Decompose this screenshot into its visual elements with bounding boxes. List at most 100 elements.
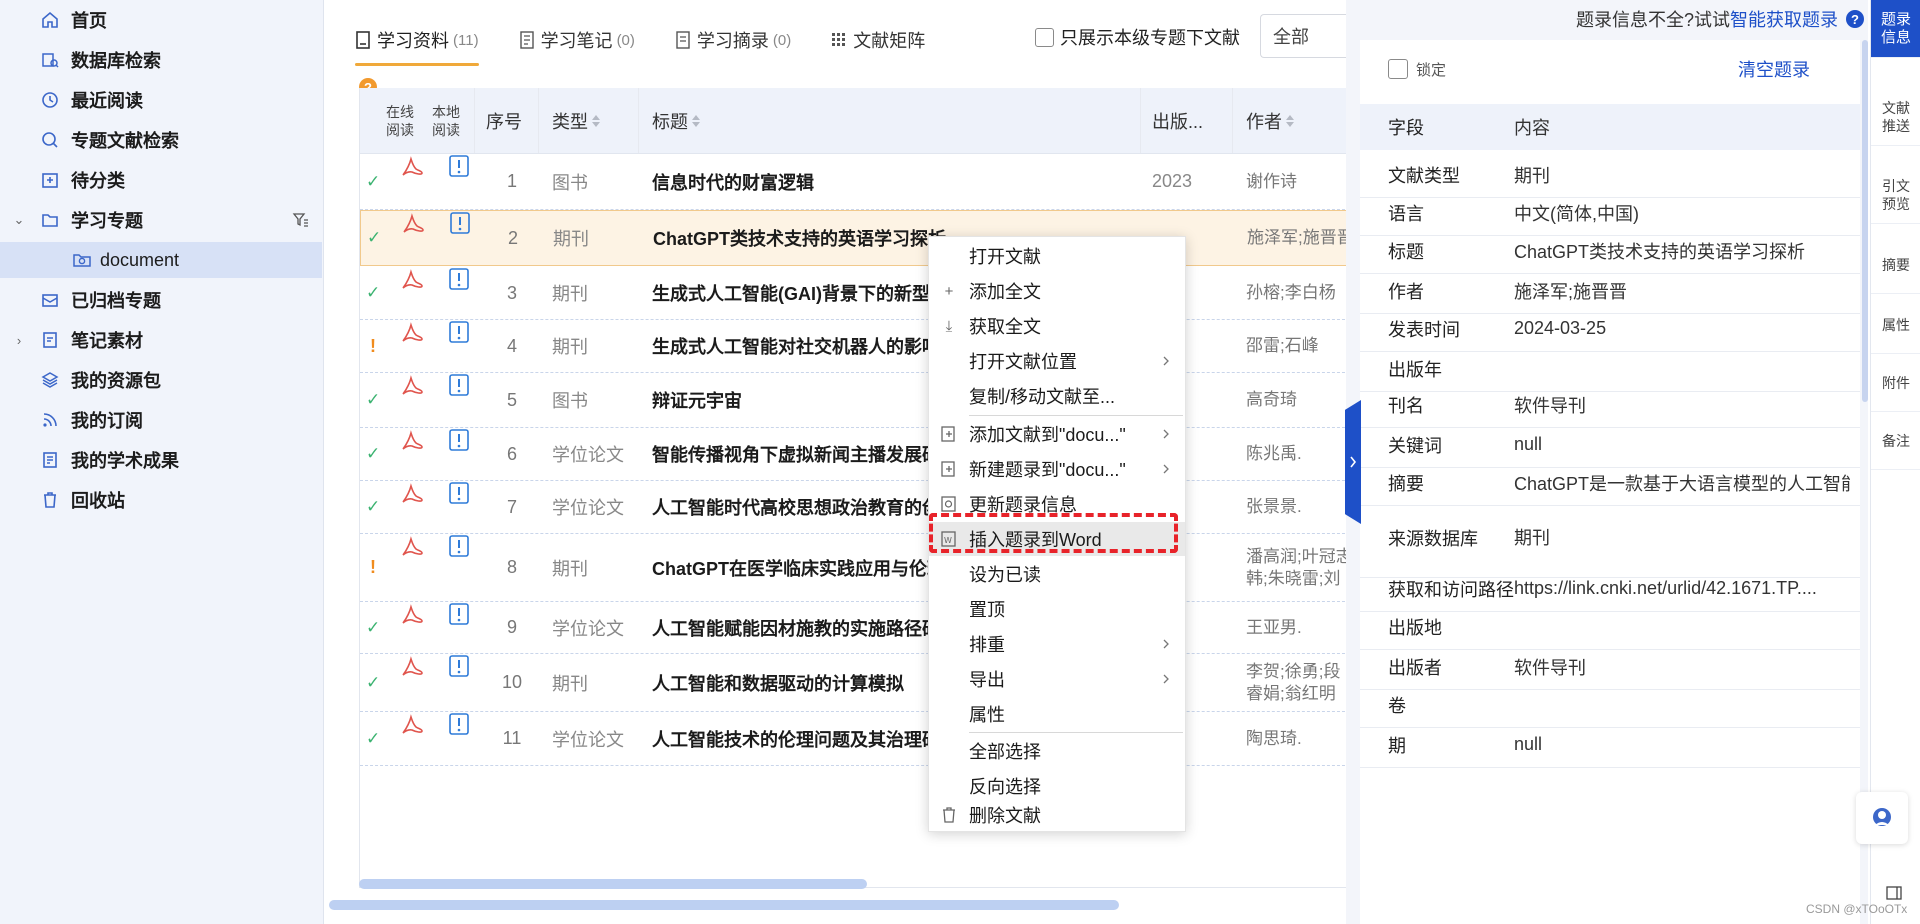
- sidebar-item-topic-search[interactable]: 专题文献检索: [0, 122, 322, 158]
- sidebar-item-learning-topics[interactable]: ⌄ 学习专题: [0, 202, 322, 238]
- menu-copy-move[interactable]: 复制/移动文献至...: [929, 379, 1185, 413]
- row-title[interactable]: 信息时代的财富逻辑: [652, 154, 1142, 209]
- sort-icon[interactable]: [1286, 115, 1294, 127]
- table-row[interactable]: ✓6学位论文智能传播视角下虚拟新闻主播发展研23陈兆禹.: [360, 428, 1360, 481]
- smart-fetch-link[interactable]: 智能获取题录: [1730, 6, 1838, 32]
- assistant-button[interactable]: [1856, 792, 1908, 844]
- local-read-icon[interactable]: [448, 154, 470, 178]
- sidebar-item-achievements[interactable]: 我的学术成果: [0, 442, 322, 478]
- sidebar-item-archived[interactable]: 已归档专题: [0, 282, 322, 318]
- local-read-icon[interactable]: [448, 534, 470, 558]
- online-read-pdf-icon[interactable]: [398, 154, 426, 182]
- sidebar-item-notes[interactable]: › 笔记素材: [0, 322, 322, 358]
- tab-learning-excerpts[interactable]: 学习摘录 (0): [675, 20, 791, 60]
- vtab-record-info[interactable]: 题录信息: [1871, 0, 1920, 58]
- local-read-icon[interactable]: [449, 211, 471, 235]
- field-value[interactable]: null: [1514, 722, 1850, 767]
- online-read-pdf-icon[interactable]: [398, 602, 426, 630]
- tab-learning-materials[interactable]: 学习资料 (11): [355, 20, 479, 66]
- vtab-push[interactable]: 文献推送: [1871, 88, 1920, 146]
- vtab-properties[interactable]: 属性: [1871, 296, 1920, 354]
- only-sub-topic-toggle[interactable]: 只展示本级专题下文献: [1035, 24, 1240, 50]
- vtab-attachments[interactable]: 附件: [1871, 354, 1920, 412]
- header-title[interactable]: 标题: [652, 88, 700, 154]
- table-row[interactable]: ✓11学位论文人工智能技术的伦理问题及其治理研23陶思琦.: [360, 712, 1360, 766]
- online-read-pdf-icon[interactable]: [398, 654, 426, 682]
- scope-select[interactable]: 全部: [1260, 14, 1350, 58]
- table-row[interactable]: ! 4 期刊 生成式人工智能对社交机器人的影响 邵雷;石峰: [360, 320, 1360, 373]
- menu-pin-top[interactable]: 置顶: [929, 592, 1185, 626]
- sidebar-item-unclassified[interactable]: 待分类: [0, 162, 322, 198]
- tab-learning-notes[interactable]: 学习笔记 (0): [519, 20, 635, 60]
- online-read-pdf-icon[interactable]: [398, 534, 426, 562]
- chevron-right-icon[interactable]: ›: [12, 333, 26, 348]
- table-row[interactable]: ✓ 10 期刊 人工智能和数据驱动的计算模拟 李贺;徐勇;段 睿娟;翁红明: [360, 654, 1360, 712]
- table-row[interactable]: ✓5图书辩证元宇宙23高奇琦: [360, 373, 1360, 428]
- tab-literature-matrix[interactable]: 文献矩阵: [831, 20, 925, 60]
- field-value[interactable]: 软件导刊: [1514, 382, 1850, 427]
- panel-layout-icon[interactable]: [1886, 886, 1902, 900]
- filter-icon[interactable]: [292, 211, 310, 229]
- sidebar-item-recent[interactable]: 最近阅读: [0, 82, 322, 118]
- local-read-icon[interactable]: [448, 654, 470, 678]
- sidebar-item-resource-pack[interactable]: 我的资源包: [0, 362, 322, 398]
- online-read-pdf-icon[interactable]: [398, 267, 426, 295]
- sidebar-item-document[interactable]: document: [0, 242, 322, 278]
- field-value[interactable]: [1514, 604, 1850, 649]
- menu-add-to-folder[interactable]: 添加文献到"docu...": [929, 417, 1185, 451]
- menu-mark-read[interactable]: 设为已读: [929, 557, 1185, 591]
- menu-new-record[interactable]: 新建题录到"docu...": [929, 452, 1185, 486]
- only-sub-checkbox[interactable]: [1035, 27, 1054, 47]
- table-row[interactable]: ✓9学位论文人工智能赋能因材施教的实施路径研23王亚男.: [360, 602, 1360, 654]
- online-read-pdf-icon[interactable]: [398, 712, 426, 740]
- field-value[interactable]: [1514, 682, 1850, 727]
- sidebar-item-database-search[interactable]: 数据库检索: [0, 42, 322, 78]
- header-type[interactable]: 类型: [552, 88, 600, 154]
- menu-properties[interactable]: 属性: [929, 697, 1185, 731]
- vtab-citation-preview[interactable]: 引文预览: [1871, 166, 1920, 224]
- help-icon[interactable]: ?: [1846, 10, 1864, 28]
- online-read-pdf-icon[interactable]: [398, 373, 426, 401]
- header-number[interactable]: 序号: [486, 88, 522, 154]
- chevron-down-icon[interactable]: ⌄: [12, 212, 26, 227]
- sidebar-item-home[interactable]: 首页: [0, 2, 322, 38]
- main-horizontal-scrollbar[interactable]: [329, 900, 1119, 910]
- vtab-remarks[interactable]: 备注: [1871, 412, 1920, 470]
- menu-delete[interactable]: 删除文献: [929, 798, 1185, 832]
- table-row[interactable]: ✓ 3 期刊 生成式人工智能(GAI)背景下的新型 孙榕;李白杨: [360, 267, 1360, 320]
- sidebar-item-recycle-bin[interactable]: 回收站: [0, 482, 322, 518]
- local-read-icon[interactable]: [448, 481, 470, 505]
- online-read-pdf-icon[interactable]: [398, 320, 426, 348]
- menu-add-fulltext[interactable]: + 添加全文: [929, 274, 1185, 308]
- menu-select-all[interactable]: 全部选择: [929, 734, 1185, 768]
- menu-insert-to-word[interactable]: W 插入题录到Word: [929, 522, 1185, 556]
- menu-open-document[interactable]: 打开文献: [929, 239, 1185, 273]
- panel-collapse-handle[interactable]: [1345, 400, 1361, 524]
- local-read-icon[interactable]: [448, 373, 470, 397]
- local-read-icon[interactable]: [448, 602, 470, 626]
- header-year[interactable]: 出版...: [1152, 88, 1203, 154]
- sort-icon[interactable]: [592, 115, 600, 127]
- table-row[interactable]: ✓ 1 图书 信息时代的财富逻辑 2023 谢作诗: [360, 154, 1360, 210]
- header-author[interactable]: 作者: [1246, 88, 1294, 154]
- table-row[interactable]: ! 8 期刊 ChatGPT在医学临床实践应用与伦理 潘高润;叶冠志 韩;朱晓雷;刘: [360, 534, 1360, 602]
- vtab-abstract[interactable]: 摘要: [1871, 236, 1920, 294]
- online-read-pdf-icon[interactable]: [398, 481, 426, 509]
- lock-checkbox[interactable]: [1388, 59, 1408, 79]
- clear-record-button[interactable]: 清空题录: [1738, 56, 1810, 82]
- online-read-pdf-icon[interactable]: [398, 428, 426, 456]
- menu-deduplicate[interactable]: 排重: [929, 627, 1185, 661]
- local-read-icon[interactable]: [448, 428, 470, 452]
- local-read-icon[interactable]: [448, 712, 470, 736]
- table-horizontal-scrollbar[interactable]: [359, 879, 867, 889]
- field-value[interactable]: ChatGPT类技术支持的英语学习探析: [1514, 228, 1850, 273]
- menu-get-fulltext[interactable]: ⤓ 获取全文: [929, 309, 1185, 343]
- local-read-icon[interactable]: [448, 320, 470, 344]
- field-value[interactable]: 2024-03-25: [1514, 306, 1850, 351]
- menu-update-record[interactable]: 更新题录信息: [929, 487, 1185, 521]
- table-row[interactable]: ✓ 2 期刊 ChatGPT类技术支持的英语学习探析 施泽军;施晋晋: [360, 210, 1360, 266]
- sidebar-item-subscriptions[interactable]: 我的订阅: [0, 402, 322, 438]
- panel-scrollbar[interactable]: [1862, 40, 1868, 402]
- sort-icon[interactable]: [692, 115, 700, 127]
- menu-open-location[interactable]: 打开文献位置: [929, 344, 1185, 378]
